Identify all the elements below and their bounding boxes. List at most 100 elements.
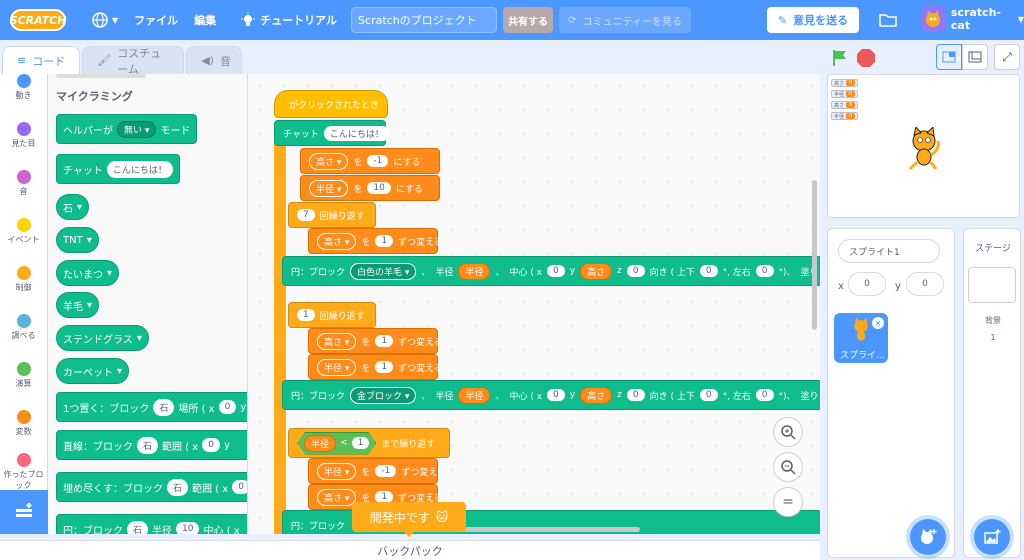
radius-reporter[interactable]: 半径 (458, 262, 491, 280)
set-height-input[interactable]: -1 (367, 155, 389, 167)
repeat-block-2[interactable]: 1 回繰り返す (288, 302, 376, 328)
community-button[interactable]: ⟳ コミュニティーを見る (559, 7, 692, 33)
radius-var-dropdown[interactable]: 半径 ▾ (309, 179, 349, 197)
share-button[interactable]: 共有する (503, 7, 554, 33)
green-flag-button[interactable] (830, 48, 850, 68)
radius-reporter[interactable]: 半径 (304, 435, 336, 452)
category-2[interactable]: 音 (0, 160, 47, 208)
circle-radius-input[interactable]: 10 (176, 522, 200, 534)
category-4[interactable]: 制御 (0, 256, 47, 304)
carpet-block[interactable]: カーペット ▾ (56, 358, 130, 384)
line-block[interactable]: 直線：ブロック 石 範囲 ( x 0 y (56, 430, 247, 460)
circle-block-input[interactable]: 石 (127, 520, 149, 534)
stage-canvas[interactable]: 高さ 0 半径 0 高さ 0 半径 0 (827, 74, 1020, 218)
line-x-input[interactable]: 0 (202, 438, 220, 452)
add-extension-button[interactable] (0, 490, 48, 534)
change-height-block-2[interactable]: 高さ ▾ を 1 ずつ変える (308, 328, 443, 354)
code-workspace[interactable]: がクリックされたとき チャット こんにちは！ 高さ ▾ を -1 にする 半径 … (248, 74, 820, 534)
category-1[interactable]: 見た目 (0, 112, 47, 160)
circle-block-dropdown[interactable]: 金ブロック ▾ (350, 386, 417, 404)
variable-monitor[interactable]: 半径 0 (831, 112, 859, 120)
x-input[interactable]: 0 (547, 389, 565, 401)
radius-reporter[interactable]: 半径 (458, 386, 491, 404)
variable-monitor[interactable]: 高さ 0 (831, 101, 859, 109)
height-var-dropdown[interactable]: 高さ ▾ (317, 232, 357, 250)
account-menu[interactable]: scratch-cat ▼ (922, 6, 1024, 32)
change-input[interactable]: -1 (375, 465, 397, 477)
change-input[interactable]: 1 (375, 361, 394, 373)
radius-var-dropdown[interactable]: 半径 ▾ (317, 358, 357, 376)
until-value-input[interactable]: 1 (352, 437, 370, 449)
stained-glass-block[interactable]: ステンドグラス ▾ (56, 325, 149, 351)
chat-block[interactable]: チャット こんにちは！ (56, 154, 180, 184)
tab-costumes[interactable]: 🖌 コスチューム (82, 46, 185, 76)
feedback-button[interactable]: ✎ 意見を送る (767, 7, 859, 33)
large-stage-button[interactable] (962, 44, 988, 70)
helper-dropdown[interactable]: 無い ▾ (117, 120, 157, 138)
change-radius-block[interactable]: 半径 ▾ を 1 ずつ変える (308, 354, 443, 380)
change-input[interactable]: 1 (375, 335, 394, 347)
set-radius-block[interactable]: 半径 ▾ を 10 にする (300, 175, 440, 201)
height-var-dropdown[interactable]: 高さ ▾ (317, 488, 357, 506)
height-reporter[interactable]: 高さ (580, 262, 613, 280)
z-input[interactable]: 0 (626, 389, 645, 401)
change-radius-block-2[interactable]: 半径 ▾ を -1 ずつ変える (308, 458, 446, 484)
cat-sprite[interactable] (904, 127, 944, 171)
category-6[interactable]: 演算 (0, 352, 47, 400)
tab-sounds[interactable]: ◀) 音 (186, 46, 243, 74)
sprite-x-input[interactable]: 0 (848, 272, 886, 296)
edit-menu[interactable]: 編集 (186, 0, 224, 40)
chat-script-block[interactable]: チャット こんにちは！ (274, 120, 390, 146)
helper-mode-block[interactable]: ヘルパーが 無い ▾ モード (56, 114, 198, 144)
zoom-out-button[interactable] (773, 452, 803, 482)
chat-value-input[interactable]: こんにちは！ (323, 125, 390, 141)
orient-input[interactable]: 0 (699, 265, 718, 277)
repeat-count-input[interactable]: 1 (297, 309, 315, 321)
workspace-vertical-scrollbar[interactable] (812, 180, 817, 330)
set-height-block[interactable]: 高さ ▾ を -1 にする (300, 148, 440, 174)
radius-var-dropdown[interactable]: 半径 ▾ (317, 462, 357, 480)
when-flag-clicked-block[interactable]: がクリックされたとき (274, 90, 388, 118)
tab-code[interactable]: ≡ コード (2, 46, 81, 74)
torch-block[interactable]: たいまつ ▾ (56, 260, 120, 286)
line-block-input[interactable]: 石 (137, 436, 159, 454)
height-reporter[interactable]: 高さ (580, 386, 613, 404)
add-backdrop-button[interactable] (974, 519, 1010, 555)
stage-thumbnail[interactable] (968, 267, 1016, 303)
place-one-block-input[interactable]: 石 (153, 398, 175, 416)
variable-monitor[interactable]: 高さ 0 (831, 79, 859, 87)
z-input[interactable]: 0 (626, 265, 645, 277)
stage-selector-pane[interactable]: ステージ 背景 1 (963, 228, 1021, 558)
chat-input[interactable]: こんにちは！ (106, 160, 173, 178)
small-stage-button[interactable] (936, 44, 962, 70)
circle-block-2[interactable]: 円：ブロック 金ブロック ▾ 、 半径 半径 、 中心 ( x 0 y 高さ z… (282, 380, 820, 410)
place-one-block[interactable]: 1つ置く：ブロック 石 場所 ( x 0 y (56, 392, 247, 422)
repeat-count-input[interactable]: 7 (297, 209, 315, 221)
language-menu[interactable]: ▼ (84, 0, 126, 40)
zoom-reset-button[interactable]: = (773, 487, 803, 517)
circle-block[interactable]: 円：ブロック 白色の羊毛 ▾ 、 半径 半径 、 中心 ( x 0 y 高さ z… (282, 256, 820, 286)
change-height-block[interactable]: 高さ ▾ を 1 ずつ変える (308, 228, 443, 254)
sprite-thumbnail[interactable]: スプライ... ✕ (834, 313, 888, 363)
height-var-dropdown[interactable]: 高さ ▾ (309, 152, 349, 170)
category-7[interactable]: 変数 (0, 400, 47, 448)
stone-block[interactable]: 石 ▾ (56, 194, 90, 220)
less-than-operator[interactable]: 半径 < 1 (297, 432, 376, 455)
fill-block-input[interactable]: 石 (167, 478, 189, 496)
fill-x-input[interactable]: 0 (232, 480, 247, 494)
workspace-horizontal-scrollbar[interactable] (452, 527, 640, 532)
repeat-block[interactable]: 7 回繰り返す (288, 202, 376, 228)
place-one-x-input[interactable]: 0 (218, 400, 237, 414)
add-sprite-button[interactable] (910, 519, 946, 555)
zoom-in-button[interactable] (773, 417, 803, 447)
variable-monitor[interactable]: 半径 0 (831, 90, 859, 98)
scratch-logo[interactable]: SCRATCH (10, 9, 66, 31)
lr-input[interactable]: 0 (755, 389, 774, 401)
category-8[interactable]: 作ったブロック (0, 448, 47, 496)
set-radius-input[interactable]: 10 (367, 182, 391, 194)
folder-icon[interactable] (878, 10, 898, 30)
fullscreen-button[interactable]: ⤢ (994, 44, 1020, 70)
circle-palette-block[interactable]: 円：ブロック 石 半径 10 中心 ( x (56, 514, 247, 534)
delete-sprite-button[interactable]: ✕ (872, 317, 884, 329)
backpack-bar[interactable]: バックパック (0, 540, 820, 560)
